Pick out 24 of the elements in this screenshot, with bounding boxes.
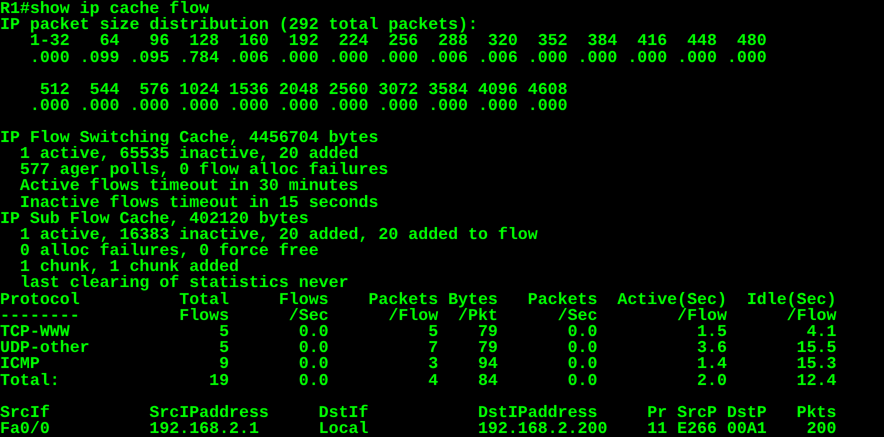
terminal-line: last clearing of statistics never <box>20 275 349 292</box>
terminal-line: UDP-other 5 0.0 7 79 0.0 3.6 15.5 <box>0 340 836 356</box>
terminal-line: Active flows timeout in 30 minutes <box>18 178 358 195</box>
terminal-line: 0 alloc failures, 0 force free <box>18 243 319 260</box>
terminal-line: R1#show ip cache flow <box>0 1 210 18</box>
terminal-line: 1 active, 16383 inactive, 20 added, 20 added to flow <box>18 226 538 244</box>
terminal-line: Protocol Total Flows Packets Bytes Packets Active(Sec) Idle(Sec) <box>0 292 836 308</box>
terminal-line: IP Flow Switching Cache, 4456704 bytes <box>0 130 378 146</box>
terminal-line: SrcIf SrcIPaddress DstIf DstIPaddress Pr SrcP DstP Pkts <box>0 404 836 421</box>
terminal-line: 512 544 576 1024 1536 2048 2560 3072 3584 4096 4608 <box>40 82 568 98</box>
terminal-line: Total: 19 0.0 4 84 0.0 2.0 12.4 <box>0 372 836 389</box>
terminal-line: 577 ager polls, 0 flow alloc failures <box>18 162 388 178</box>
terminal-line: 1 chunk, 1 chunk added <box>18 259 239 276</box>
terminal-line: Inactive flows timeout in 15 seconds <box>18 194 378 211</box>
terminal-line: ICMP 9 0.0 3 94 0.0 1.4 15.3 <box>0 356 836 373</box>
terminal-line: IP packet size distribution (292 total packets): <box>0 17 478 34</box>
terminal-line: 1-32 64 96 128 160 192 224 256 288 320 352 384 416 448 480 <box>28 33 767 50</box>
terminal-line: -------- Flows /Sec /Flow /Pkt /Sec /Flow /Flow <box>0 308 836 324</box>
terminal-line: .000 .099 .095 .784 .006 .000 .000 .000 .006 .006 .000 .000 .000 .000 .000 <box>28 50 767 66</box>
terminal-line: .000 .000 .000 .000 .000 .000 .000 .000 .000 .000 .000 <box>28 98 568 114</box>
terminal-line: IP Sub Flow Cache, 402120 bytes <box>0 210 309 227</box>
terminal-line: Fa0/0 192.168.2.1 Local 192.168.2.200 11 E266 00A1 200 <box>0 420 836 437</box>
terminal-line: TCP-WWW 5 0.0 5 79 0.0 1.5 4.1 <box>0 324 836 340</box>
terminal-line: 1 active, 65535 inactive, 20 added <box>18 146 358 162</box>
